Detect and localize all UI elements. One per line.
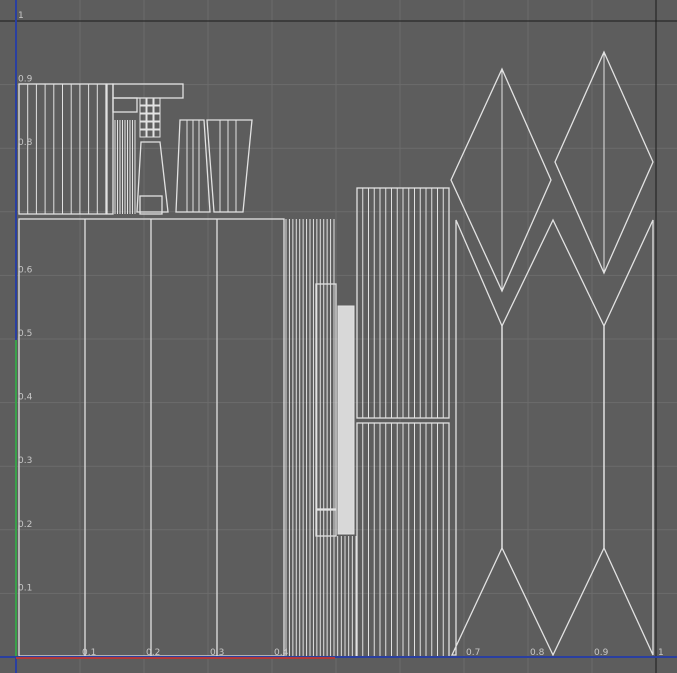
uv-shell-flared-cup-3[interactable]	[206, 119, 253, 213]
uv-shell-long-diamond-3[interactable]	[603, 219, 654, 656]
u-tick-label: 0.3	[210, 648, 224, 658]
uv-edge	[146, 129, 154, 138]
uv-edge	[146, 113, 154, 122]
uv-texture-editor: 1 0.9 0.8 0.6 0.5 0.4 0.3 0.2 0.1 0.1 0.2 0.3 0.4 0.7…	[0, 0, 677, 673]
uv-shell-small-cylinder-edges[interactable]	[18, 84, 107, 214]
uv-shell-large-panel-edges[interactable]	[84, 219, 218, 656]
uv-edge	[139, 121, 147, 130]
uv-shell-cylinder-lower-edges[interactable]	[356, 423, 450, 657]
uv-shell-stepped-tail[interactable]	[333, 536, 357, 656]
u-tick-label: 0.2	[146, 648, 160, 658]
uv-edge	[153, 129, 161, 138]
uv-shell-long-diamond-2[interactable]	[501, 218, 605, 657]
uv-shell-tile-cluster[interactable]	[139, 97, 161, 138]
uv-shell-diamond-1[interactable]	[450, 67, 552, 293]
uv-shell-top-bar[interactable]	[112, 83, 184, 99]
v-tick-label: 0.2	[18, 520, 32, 530]
uv-shell-solid-bar[interactable]	[337, 305, 355, 535]
uv-edge	[153, 97, 161, 106]
v-tick-label: 0.3	[18, 456, 32, 466]
uv-edge	[139, 105, 147, 114]
uv-shell-step-lower[interactable]	[315, 509, 337, 537]
uv-edge	[153, 113, 161, 122]
uv-shell-tiny-block[interactable]	[112, 97, 138, 113]
uv-edge	[153, 121, 161, 130]
uv-edge	[139, 129, 147, 138]
v-tick-label: 0.4	[18, 393, 33, 403]
v-tick-label: 0.9	[18, 75, 33, 85]
uv-edge	[146, 97, 154, 106]
uv-shell-thin-strip[interactable]	[106, 83, 114, 215]
uv-edge	[153, 105, 161, 114]
uv-edge	[139, 97, 147, 106]
uv-shell-flared-cup-1[interactable]	[136, 141, 169, 213]
u-tick-label: 1	[658, 648, 664, 658]
v-tick-label: 0.6	[18, 265, 33, 275]
uv-shell-cylinder-upper-edges[interactable]	[356, 188, 450, 418]
uv-edge	[146, 105, 154, 114]
v-tick-label: 0.1	[18, 583, 32, 593]
u-tick-label: 0.8	[530, 648, 545, 658]
uv-viewport[interactable]: 1 0.9 0.8 0.6 0.5 0.4 0.3 0.2 0.1 0.1 0.2 0.3 0.4 0.7…	[0, 0, 677, 673]
u-tick-label: 0.1	[82, 648, 96, 658]
uv-shell-step-upper[interactable]	[315, 283, 337, 510]
v-tick-label: 0.5	[18, 329, 32, 339]
u-tick-label: 0.7	[466, 648, 480, 658]
uv-shell-flared-cup-edges[interactable]	[186, 120, 237, 212]
uv-shell-mini-strip[interactable]	[114, 120, 136, 214]
u-tick-label: 0.9	[594, 648, 609, 658]
v-tick-label: 1	[18, 11, 24, 21]
uv-edge	[146, 121, 154, 130]
v-tick-label: 0.8	[18, 138, 33, 148]
u-tick-label: 0.4	[274, 648, 289, 658]
uv-edge	[139, 113, 147, 122]
uv-shell-long-diamond-1[interactable]	[450, 219, 503, 656]
